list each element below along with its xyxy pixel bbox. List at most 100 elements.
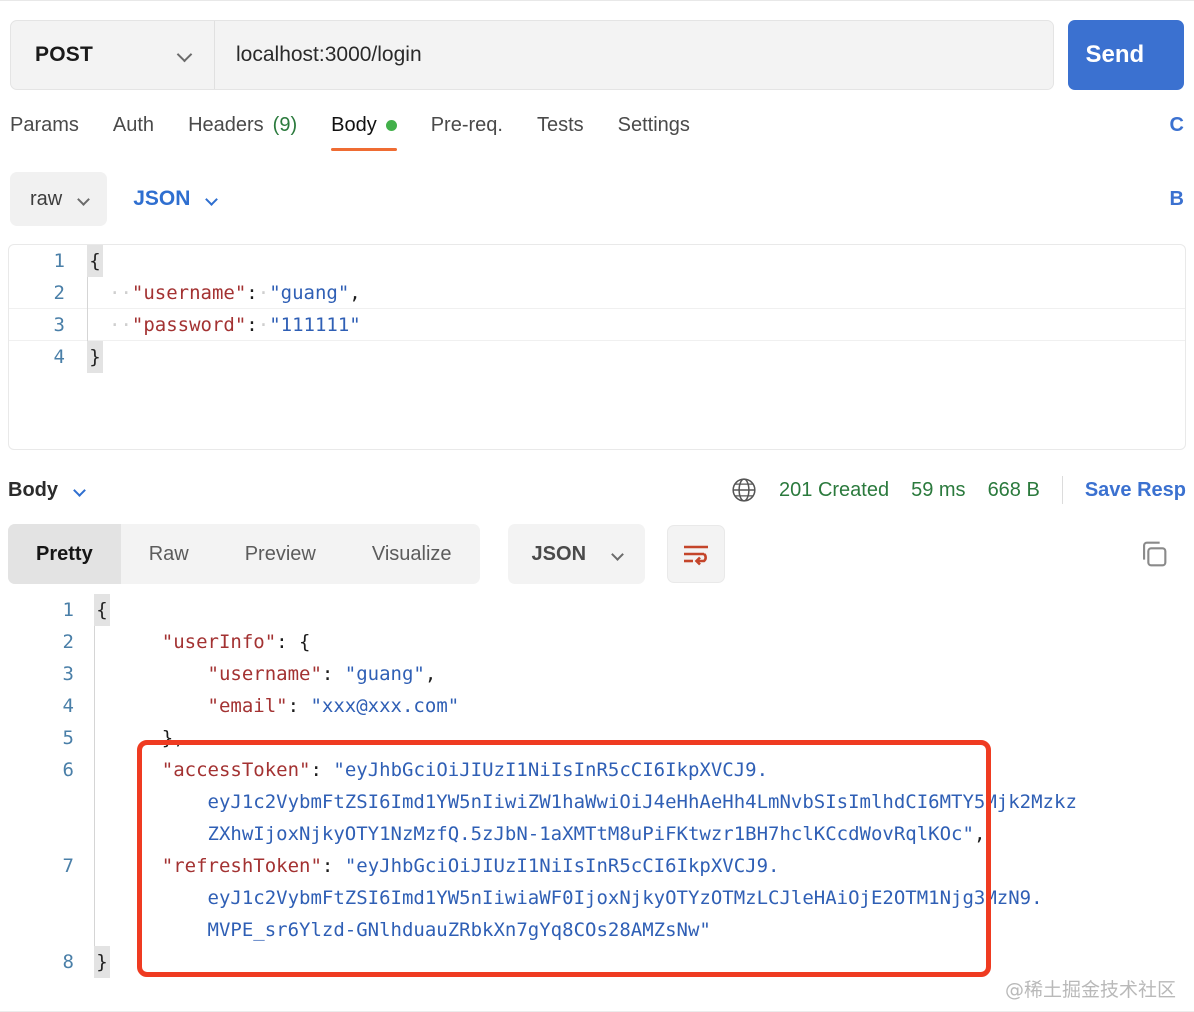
tab-preview[interactable]: Preview bbox=[217, 524, 344, 584]
code-token: : bbox=[321, 663, 345, 685]
code-subline: }, bbox=[110, 722, 185, 754]
code-line: 6 "accessToken": "eyJhbGciOiJIUzI1NiIsIn… bbox=[8, 754, 1194, 850]
code-token: "userInfo" bbox=[161, 631, 277, 653]
code-subline: "email": "xxx@xxx.com" bbox=[110, 690, 460, 722]
beautify-link[interactable]: B bbox=[1170, 188, 1184, 211]
code-line: 1{ bbox=[8, 594, 1194, 626]
body-format-select[interactable]: JSON bbox=[133, 187, 217, 211]
code-fold-marker[interactable]: } bbox=[87, 341, 103, 373]
top-divider bbox=[0, 0, 1194, 1]
copy-icon bbox=[1143, 541, 1167, 567]
code-line: 2 "userInfo": { bbox=[8, 626, 1194, 658]
chevron-down-icon bbox=[612, 549, 623, 560]
code-subline: "userInfo": { bbox=[110, 626, 311, 658]
body-mode-label: raw bbox=[30, 187, 63, 210]
http-method-select[interactable]: POST bbox=[11, 21, 215, 89]
tab-pre-request-label: Pre-req. bbox=[430, 114, 503, 136]
response-size: 668 B bbox=[987, 478, 1040, 501]
divider bbox=[1061, 476, 1063, 504]
code-line: 3 "username": "guang", bbox=[8, 658, 1194, 690]
code-token: "eyJhbGciOiJIUzI1NiIsInR5cCI6IkpXVCJ9. bbox=[333, 759, 769, 781]
tab-body[interactable]: Body bbox=[331, 110, 397, 151]
code-token: }, bbox=[116, 727, 185, 749]
tab-headers-label: Headers bbox=[188, 114, 264, 136]
code-token: ZXhwIjoxNjkyOTY1NzMzfQ.5zJbN-1aXMTtM8uPi… bbox=[207, 823, 974, 845]
tab-params[interactable]: Params bbox=[10, 110, 79, 151]
response-format-select[interactable]: JSON bbox=[507, 524, 646, 584]
code-token: : bbox=[246, 281, 258, 304]
body-active-dot-icon bbox=[385, 120, 397, 131]
code-subline: eyJ1c2VybmFtZSI6Imd1YW5nIiwiaWF0IjoxNjky… bbox=[110, 882, 1043, 914]
copy-response-button[interactable] bbox=[1132, 532, 1176, 576]
cookies-link[interactable]: C bbox=[1170, 114, 1184, 137]
http-method-label: POST bbox=[35, 43, 93, 66]
code-text: "username": "guang", bbox=[110, 658, 437, 690]
code-line: 2 ··"username":·"guang", bbox=[9, 276, 1185, 309]
tab-auth-label: Auth bbox=[112, 114, 155, 136]
code-line: 4 "email": "xxx@xxx.com" bbox=[8, 690, 1194, 722]
code-fold-marker[interactable]: { bbox=[87, 245, 103, 277]
code-token: eyJ1c2VybmFtZSI6Imd1YW5nIiwiaWF0IjoxNjky… bbox=[207, 887, 1043, 909]
indent-guide bbox=[87, 276, 103, 309]
response-code-area[interactable]: 1{ 2 "userInfo": {3 "username": "guang",… bbox=[8, 594, 1194, 978]
code-token: "refreshToken" bbox=[161, 855, 322, 877]
code-token: "guang" bbox=[344, 663, 425, 685]
code-fold-marker[interactable]: } bbox=[94, 946, 110, 978]
code-fold-marker[interactable]: { bbox=[94, 594, 110, 626]
line-number: 1 bbox=[53, 250, 65, 272]
response-body-viewer[interactable]: 1{ 2 "userInfo": {3 "username": "guang",… bbox=[8, 594, 1194, 992]
send-button[interactable]: Send bbox=[1067, 20, 1184, 90]
code-token: "accessToken" bbox=[161, 759, 311, 781]
code-text: "accessToken": "eyJhbGciOiJIUzI1NiIsInR5… bbox=[110, 754, 1077, 850]
code-subline bbox=[110, 594, 127, 626]
tab-params-label: Params bbox=[10, 114, 79, 136]
code-subline: "username": "guang", bbox=[110, 658, 437, 690]
tab-headers-count: (9) bbox=[272, 114, 298, 136]
line-number: 1 bbox=[62, 599, 74, 621]
tab-pretty[interactable]: Pretty bbox=[8, 524, 121, 584]
line-number: 4 bbox=[62, 695, 74, 717]
request-code-area[interactable]: 1{2 ··"username":·"guang", 3 ··"password":·… bbox=[9, 245, 1185, 373]
body-format-label: JSON bbox=[133, 187, 191, 210]
response-body-select[interactable]: Body bbox=[8, 479, 85, 502]
code-token: : bbox=[310, 759, 334, 781]
chevron-down-icon bbox=[78, 194, 89, 205]
code-line: 1{ bbox=[9, 245, 1185, 277]
line-number: 3 bbox=[62, 663, 74, 685]
word-wrap-toggle[interactable] bbox=[667, 525, 726, 583]
code-token: "username" bbox=[131, 281, 247, 304]
tab-settings[interactable]: Settings bbox=[618, 110, 690, 151]
tab-pre-request[interactable]: Pre-req. bbox=[431, 110, 503, 151]
body-mode-select[interactable]: raw bbox=[10, 172, 108, 226]
save-response-button[interactable]: Save Resp bbox=[1085, 479, 1186, 502]
status-code-text: 201 Created bbox=[779, 478, 890, 501]
code-token: , bbox=[424, 663, 437, 685]
request-tab-bar: Params Auth Headers (9) Body Pre-req. Te… bbox=[10, 110, 1184, 162]
request-body-editor[interactable]: 1{2 ··"username":·"guang", 3 ··"password":·… bbox=[8, 244, 1186, 450]
url-input[interactable]: localhost:3000/login bbox=[215, 21, 1053, 89]
code-line: 3 ··"password":·"111111" bbox=[9, 308, 1185, 341]
tab-headers[interactable]: Headers (9) bbox=[188, 110, 297, 151]
tab-settings-label: Settings bbox=[617, 114, 690, 136]
code-token: ·· bbox=[109, 313, 132, 336]
code-token: · bbox=[257, 313, 270, 336]
indent-guide bbox=[94, 754, 110, 850]
code-token: MVPE_sr6Ylzd-GNlhduauZRbkXn7gYq8COs28AMZ… bbox=[207, 919, 711, 941]
line-number: 8 bbox=[62, 951, 74, 973]
tab-visualize[interactable]: Visualize bbox=[344, 524, 480, 584]
code-token: , bbox=[973, 823, 986, 845]
word-wrap-icon bbox=[684, 545, 709, 566]
code-line: 4} bbox=[9, 341, 1185, 373]
tab-tests[interactable]: Tests bbox=[537, 110, 584, 151]
url-input-group: POST localhost:3000/login bbox=[10, 20, 1054, 90]
code-token: : bbox=[246, 313, 258, 336]
tab-auth[interactable]: Auth bbox=[113, 110, 154, 151]
tab-raw[interactable]: Raw bbox=[121, 524, 217, 584]
code-subline bbox=[110, 946, 127, 978]
line-number: 6 bbox=[62, 759, 74, 781]
code-subline: "accessToken": "eyJhbGciOiJIUzI1NiIsInR5… bbox=[110, 754, 1077, 786]
